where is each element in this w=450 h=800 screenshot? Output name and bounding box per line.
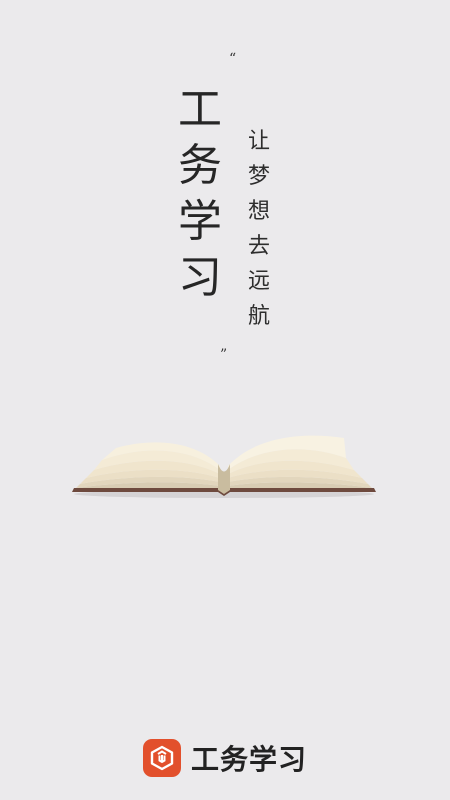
open-book-illustration [72, 435, 376, 498]
slogan-char: 远 [247, 268, 270, 294]
splash-screen: “ 工 务 学 习 让 梦 想 去 远 航 ” 工务学习 [0, 0, 450, 800]
title-char: 务 [178, 140, 222, 191]
footer-brand: 工务学习 [0, 738, 450, 778]
title-char: 工 [178, 84, 222, 135]
close-quote-mark: ” [220, 347, 228, 363]
title-char: 学 [178, 196, 222, 247]
slogan-char: 梦 [247, 163, 270, 189]
slogan-char: 航 [247, 303, 270, 329]
slogan-vertical: 让 梦 想 去 远 航 [244, 124, 274, 334]
hexagon-logo-icon [142, 739, 181, 777]
slogan-char: 去 [247, 233, 270, 259]
app-title-vertical: 工 务 学 习 [175, 82, 225, 306]
open-quote-mark: “ [229, 51, 237, 67]
title-char: 习 [178, 252, 222, 303]
brand-name: 工务学习 [190, 743, 307, 776]
slogan-char: 让 [247, 128, 270, 154]
slogan-char: 想 [247, 198, 270, 224]
